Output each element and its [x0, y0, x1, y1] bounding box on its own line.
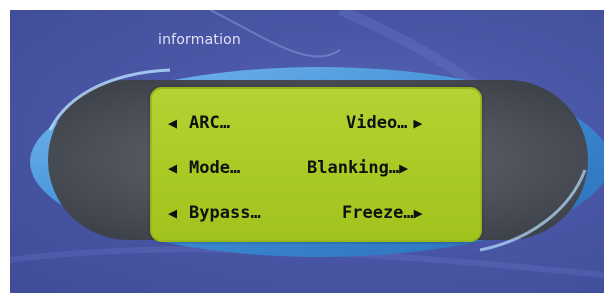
menu-item-label: Bypass… — [189, 203, 261, 223]
left-arrow-icon: ◀ — [168, 204, 178, 222]
menu-item-video[interactable]: Video… ▶ — [346, 110, 422, 136]
menu-item-freeze[interactable]: Freeze… ▶ — [342, 200, 423, 226]
lcd-menu-screen: ◀ ARC… Video… ▶ ◀ Mode… Blanking… ▶ ◀ By… — [150, 87, 482, 242]
menu-item-label: Mode… — [189, 158, 241, 178]
menu-item-arc[interactable]: ◀ ARC… — [168, 110, 230, 136]
menu-item-label: Blanking… — [307, 158, 400, 178]
left-arrow-icon: ◀ — [168, 114, 178, 132]
menu-item-label: Video… — [346, 113, 408, 133]
menu-item-blanking[interactable]: Blanking… ▶ — [307, 155, 408, 181]
panel-title: information — [158, 32, 242, 48]
menu-item-label: Freeze… — [342, 203, 414, 223]
right-arrow-icon: ▶ — [399, 159, 409, 177]
information-panel: information ◀ ARC… Video… ▶ ◀ Mode… Blan… — [10, 10, 604, 293]
right-arrow-icon: ▶ — [413, 204, 423, 222]
right-arrow-icon: ▶ — [413, 114, 423, 132]
menu-item-mode[interactable]: ◀ Mode… — [168, 155, 240, 181]
menu-item-bypass[interactable]: ◀ Bypass… — [168, 200, 261, 226]
menu-item-label: ARC… — [189, 113, 230, 133]
left-arrow-icon: ◀ — [168, 159, 178, 177]
